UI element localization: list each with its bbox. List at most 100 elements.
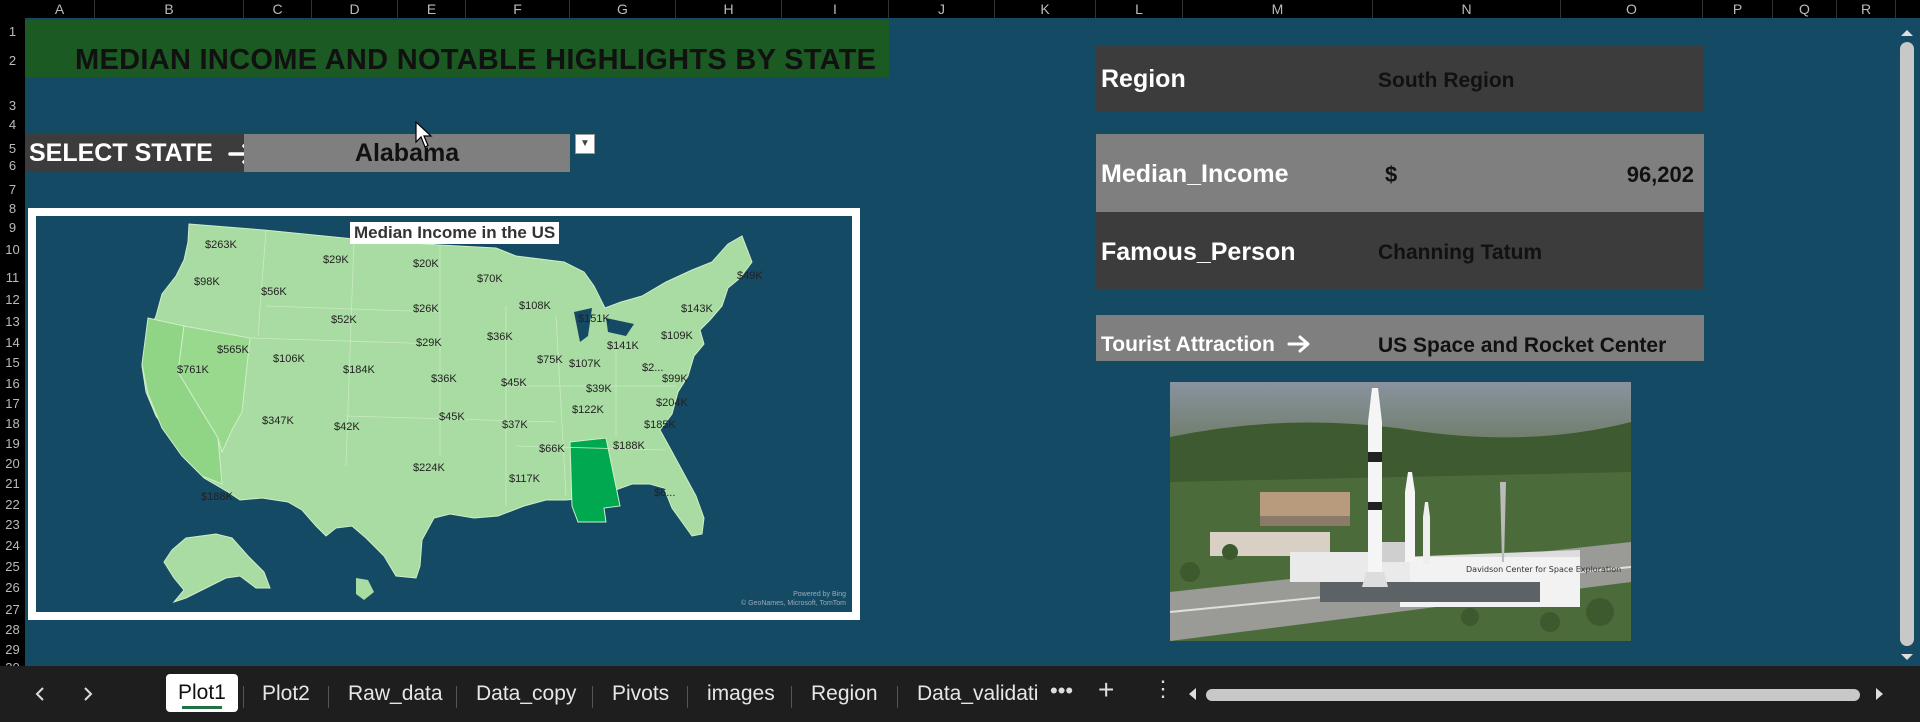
- column-header-row: A B C D E F G H I J K L M N O P Q R: [0, 0, 1920, 18]
- column-header-h[interactable]: H: [676, 0, 782, 18]
- map-label: $39K: [586, 383, 612, 395]
- row-header-2[interactable]: 2: [0, 53, 25, 68]
- column-header-n[interactable]: N: [1373, 0, 1561, 18]
- map-label: $2...: [642, 362, 664, 374]
- row-header-25[interactable]: 25: [0, 559, 25, 574]
- state-select-cell[interactable]: Alabama: [244, 134, 570, 172]
- row-header-26[interactable]: 26: [0, 580, 25, 595]
- map-label: $117K: [509, 473, 540, 485]
- row-header-13[interactable]: 13: [0, 314, 25, 329]
- row-header-8[interactable]: 8: [0, 201, 25, 216]
- map-label: $109K: [661, 330, 693, 342]
- map-label: $143K: [681, 303, 713, 315]
- column-header-a[interactable]: A: [25, 0, 95, 18]
- row-header-20[interactable]: 20: [0, 456, 25, 471]
- tab-plot2[interactable]: Plot2: [262, 680, 310, 708]
- column-header-f[interactable]: F: [466, 0, 570, 18]
- row-header-18[interactable]: 18: [0, 416, 25, 431]
- row-header-28[interactable]: 28: [0, 622, 25, 637]
- row-header-11[interactable]: 11: [0, 270, 25, 285]
- column-header-r[interactable]: R: [1837, 0, 1896, 18]
- horizontal-scroll-thumb[interactable]: [1206, 689, 1860, 701]
- title-band: MEDIAN INCOME AND NOTABLE HIGHLIGHTS BY …: [25, 20, 889, 77]
- dropdown-chevron-icon[interactable]: ▼: [575, 134, 595, 154]
- map-label: $185K: [644, 419, 676, 431]
- row-header-9[interactable]: 9: [0, 220, 25, 235]
- column-header-b[interactable]: B: [95, 0, 244, 18]
- more-tabs-icon[interactable]: •••: [1050, 678, 1073, 704]
- map-label: $108K: [519, 300, 551, 312]
- column-header-e[interactable]: E: [398, 0, 466, 18]
- scroll-down-icon[interactable]: [1896, 650, 1918, 664]
- options-icon[interactable]: ⋮: [1152, 676, 1174, 702]
- row-header-column: 1 2 3 4 5 6 7 8 9 10 11 12 13 14 15 16 17 18 19 20 21 22 23 24 2…: [0, 18, 25, 675]
- row-header-27[interactable]: 27: [0, 602, 25, 617]
- scroll-right-icon[interactable]: [1872, 686, 1886, 702]
- add-sheet-icon[interactable]: +: [1098, 674, 1114, 706]
- tourist-attraction-photo[interactable]: Davidson Center for Space Exploration: [1170, 382, 1631, 641]
- column-header-i[interactable]: I: [782, 0, 889, 18]
- row-header-19[interactable]: 19: [0, 436, 25, 451]
- row-header-15[interactable]: 15: [0, 355, 25, 370]
- column-header-l[interactable]: L: [1096, 0, 1183, 18]
- tab-data-copy[interactable]: Data_copy: [476, 680, 576, 708]
- tab-separator: [243, 686, 244, 708]
- chevron-left-icon[interactable]: [30, 684, 50, 704]
- row-header-17[interactable]: 17: [0, 396, 25, 411]
- row-header-22[interactable]: 22: [0, 497, 25, 512]
- vertical-scrollbar[interactable]: [1896, 20, 1918, 668]
- tab-raw-data[interactable]: Raw_data: [348, 680, 443, 708]
- vertical-scroll-thumb[interactable]: [1900, 42, 1914, 646]
- region-row: Region South Region: [1096, 46, 1704, 112]
- median-income-value: 96,202: [1626, 162, 1694, 187]
- row-header-21[interactable]: 21: [0, 476, 25, 491]
- rocket-center-illustration: Davidson Center for Space Exploration: [1170, 382, 1631, 641]
- tab-pivots[interactable]: Pivots: [612, 680, 669, 708]
- column-header-d[interactable]: D: [312, 0, 398, 18]
- row-header-10[interactable]: 10: [0, 242, 25, 257]
- column-header-q[interactable]: Q: [1773, 0, 1837, 18]
- column-header-k[interactable]: K: [995, 0, 1096, 18]
- map-label: $45K: [501, 377, 527, 389]
- map-label: $66K: [539, 443, 565, 455]
- column-header-g[interactable]: G: [570, 0, 676, 18]
- tab-images[interactable]: images: [707, 680, 775, 708]
- row-header-6[interactable]: 6: [0, 158, 25, 173]
- tab-data-validation[interactable]: Data_validati: [917, 680, 1038, 708]
- hawaii-shape: [356, 578, 374, 600]
- tab-plot1[interactable]: Plot1: [166, 674, 238, 712]
- famous-person-value: Channing Tatum: [1378, 241, 1543, 264]
- column-header-m[interactable]: M: [1183, 0, 1373, 18]
- row-header-23[interactable]: 23: [0, 517, 25, 532]
- row-header-14[interactable]: 14: [0, 335, 25, 350]
- famous-person-row: Famous_Person Channing Tatum: [1096, 212, 1704, 290]
- row-header-3[interactable]: 3: [0, 98, 25, 113]
- tourist-attraction-value: US Space and Rocket Center: [1378, 334, 1667, 357]
- row-header-5[interactable]: 5: [0, 141, 25, 156]
- scroll-left-icon[interactable]: [1186, 686, 1200, 702]
- tab-separator: [456, 686, 457, 708]
- tourist-attraction-label: Tourist Attraction: [1101, 333, 1313, 357]
- row-header-29[interactable]: 29: [0, 642, 25, 657]
- row-header-4[interactable]: 4: [0, 117, 25, 132]
- sheet-tab-bar: Plot1 Plot2 Raw_data Data_copy Pivots im…: [0, 666, 1920, 722]
- row-header-24[interactable]: 24: [0, 538, 25, 553]
- scroll-up-icon[interactable]: [1896, 26, 1918, 40]
- map-label: $263K: [205, 239, 237, 251]
- row-header-7[interactable]: 7: [0, 182, 25, 197]
- map-label: $347K: [262, 415, 294, 427]
- column-header-p[interactable]: P: [1703, 0, 1773, 18]
- famous-person-label: Famous_Person: [1101, 238, 1296, 266]
- row-header-16[interactable]: 16: [0, 376, 25, 391]
- column-header-c[interactable]: C: [244, 0, 312, 18]
- row-header-12[interactable]: 12: [0, 292, 25, 307]
- column-header-j[interactable]: J: [889, 0, 995, 18]
- sheet-title: MEDIAN INCOME AND NOTABLE HIGHLIGHTS BY …: [75, 44, 877, 76]
- row-header-1[interactable]: 1: [0, 24, 25, 39]
- map-label: $56K: [261, 286, 287, 298]
- map-chart[interactable]: Median Income in the US $263K $29K $20K …: [28, 208, 860, 620]
- chevron-right-icon[interactable]: [78, 684, 98, 704]
- tab-region[interactable]: Region: [811, 680, 878, 708]
- map-label: $188K: [613, 440, 645, 452]
- column-header-o[interactable]: O: [1561, 0, 1703, 18]
